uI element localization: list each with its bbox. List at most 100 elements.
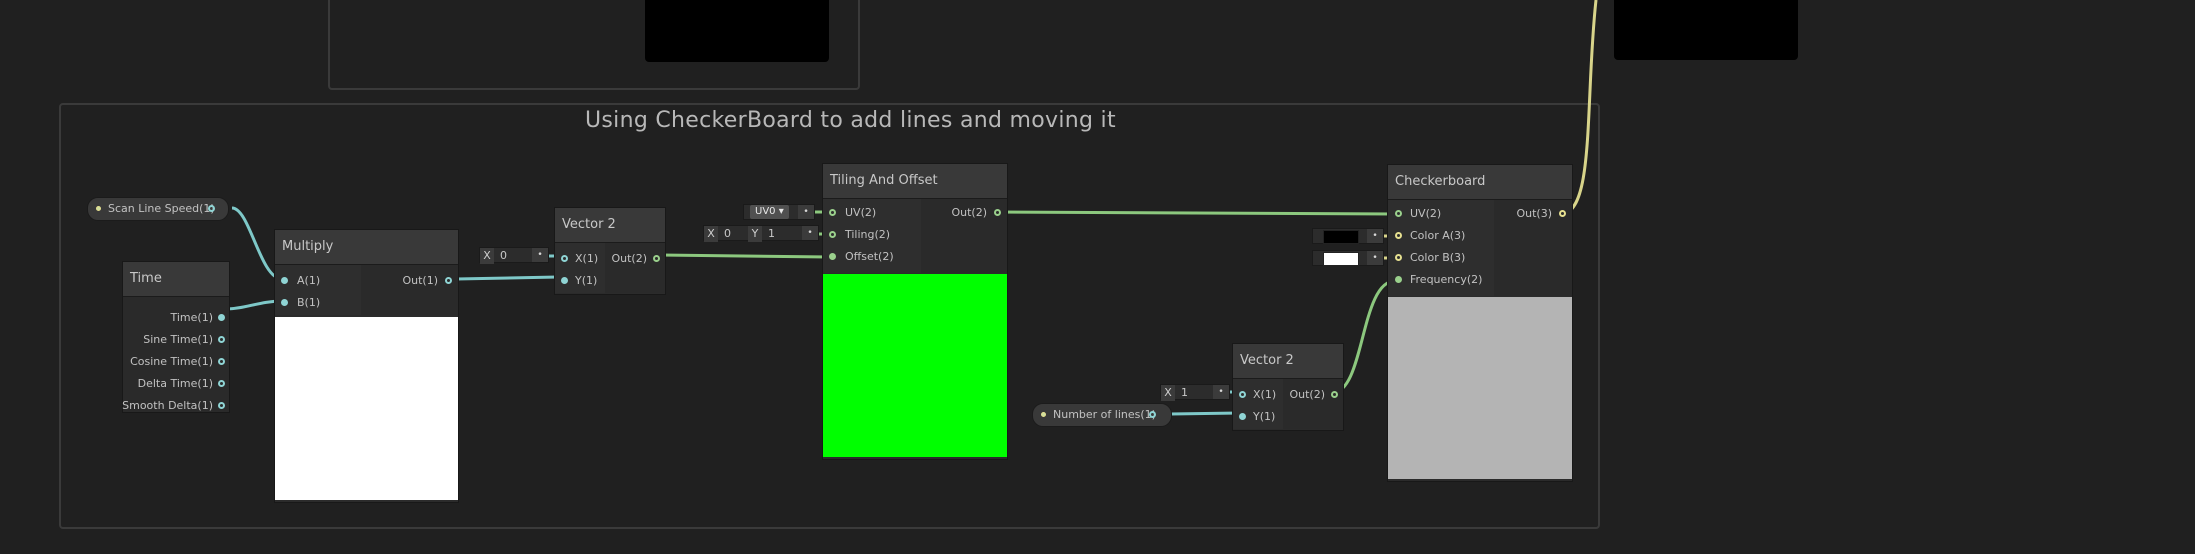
upper-right-preview [1614,0,1798,60]
vector2b-node[interactable]: Vector 2 X(1) Y(1) Out(2) [1232,343,1344,431]
vector2a-input-column: X(1) Y(1) [555,243,605,293]
vector2a-node[interactable]: Vector 2 X(1) Y(1) Out(2) [554,207,666,295]
time-out-delta-port[interactable] [218,380,225,387]
checker-color-b-knob[interactable]: • [1367,251,1383,265]
vector2b-in-x[interactable]: X(1) [1253,387,1276,403]
vector2a-x-axis-label: X [480,248,494,264]
checker-out-port[interactable] [1559,210,1566,217]
time-out-time[interactable]: Time(1) [170,310,213,326]
tiling-in-uv-port[interactable] [829,209,836,216]
checker-in-uv-port[interactable] [1395,210,1402,217]
scan-line-speed-property[interactable]: Scan Line Speed(1) [87,197,229,221]
property-dot-icon [96,206,101,211]
group-title[interactable]: Using CheckerBoard to add lines and movi… [585,108,1116,133]
scan-line-speed-label: Scan Line Speed(1) [108,202,215,215]
tiling-in-offset-port[interactable] [829,253,836,260]
time-out-delta[interactable]: Delta Time(1) [138,376,213,392]
checker-in-color-b[interactable]: Color B(3) [1410,250,1465,266]
tiling-xy-field[interactable]: X0 Y1 • [703,225,819,242]
tiling-in-tiling-port[interactable] [829,231,836,238]
tiling-in-tiling[interactable]: Tiling(2) [845,227,890,243]
checker-color-a-knob[interactable]: • [1367,229,1383,243]
vector2b-x-value: 1 [1181,386,1188,399]
vector2a-x-value: 0 [500,249,507,262]
checker-color-a-field[interactable]: • [1312,228,1384,244]
time-out-smooth-delta[interactable]: Smooth Delta(1) [122,398,213,414]
vector2a-out[interactable]: Out(2) [611,251,647,267]
vector2b-in-x-port[interactable] [1239,391,1246,398]
multiply-in-b[interactable]: B(1) [297,295,320,311]
checker-in-color-b-port[interactable] [1395,254,1402,261]
time-node-title[interactable]: Time [123,262,229,297]
time-out-sine-port[interactable] [218,336,225,343]
vector2b-in-y[interactable]: Y(1) [1253,409,1275,425]
multiply-node-title[interactable]: Multiply [275,230,458,265]
checker-input-column: UV(2) Color A(3) Color B(3) Frequency(2) [1388,200,1494,296]
checker-in-frequency[interactable]: Frequency(2) [1410,272,1482,288]
vector2a-node-title[interactable]: Vector 2 [555,208,665,243]
vector2b-in-y-port[interactable] [1239,413,1246,420]
vector2a-output-column: Out(2) [605,243,665,293]
vector2b-input-column: X(1) Y(1) [1233,379,1283,429]
vector2a-x-knob[interactable]: • [532,248,548,262]
multiply-in-b-port[interactable] [281,299,288,306]
tiling-preview [823,274,1007,457]
checker-in-uv[interactable]: UV(2) [1410,206,1441,222]
tiling-y-axis-label: Y [748,226,762,242]
multiply-preview [275,317,458,500]
tiling-xy-knob[interactable]: • [802,226,818,240]
vector2a-in-y-port[interactable] [561,277,568,284]
vector2b-x-field[interactable]: X1 • [1160,384,1230,401]
vector2a-in-x-port[interactable] [561,255,568,262]
vector2a-x-field[interactable]: X0 • [479,247,549,264]
vector2b-x-axis-label: X [1161,385,1175,401]
tiling-node-title[interactable]: Tiling And Offset [823,164,1007,199]
vector2b-output-column: Out(2) [1283,379,1343,429]
number-of-lines-label: Number of lines(1) [1053,408,1156,421]
checker-color-b-swatch[interactable] [1323,252,1359,266]
tiling-uv-knob[interactable]: • [798,205,814,219]
time-out-time-port[interactable] [218,314,225,321]
multiply-node[interactable]: Multiply A(1) B(1) Out(1) [274,229,459,503]
multiply-output-column: Out(1) [361,265,458,315]
tiling-in-offset[interactable]: Offset(2) [845,249,894,265]
checker-in-frequency-port[interactable] [1395,276,1402,283]
multiply-in-a[interactable]: A(1) [297,273,320,289]
tiling-x-axis-label: X [704,226,718,242]
number-of-lines-out-port[interactable] [1149,411,1156,418]
multiply-out[interactable]: Out(1) [402,273,438,289]
vector2b-node-title[interactable]: Vector 2 [1233,344,1343,379]
vector2a-in-y[interactable]: Y(1) [575,273,597,289]
tiling-uv-dropdown[interactable]: UV0 ▾ [750,205,789,219]
vector2a-out-port[interactable] [653,255,660,262]
time-output-column: Time(1) Sine Time(1) Cosine Time(1) Delt… [122,297,229,414]
time-out-smooth-delta-port[interactable] [218,402,225,409]
vector2b-out[interactable]: Out(2) [1289,387,1325,403]
tiling-out[interactable]: Out(2) [951,205,987,221]
tiling-x-value: 0 [724,227,731,240]
tiling-out-port[interactable] [994,209,1001,216]
chevron-down-icon: ▾ [778,206,784,217]
checkerboard-node[interactable]: Checkerboard UV(2) Color A(3) Color B(3)… [1387,164,1573,482]
number-of-lines-property[interactable]: Number of lines(1) [1032,403,1172,427]
tiling-offset-node[interactable]: Tiling And Offset UV(2) Tiling(2) Offset… [822,163,1008,460]
multiply-out-port[interactable] [445,277,452,284]
time-out-sine[interactable]: Sine Time(1) [143,332,213,348]
tiling-input-column: UV(2) Tiling(2) Offset(2) [823,199,921,273]
time-out-cosine[interactable]: Cosine Time(1) [130,354,213,370]
checker-in-color-a-port[interactable] [1395,232,1402,239]
vector2a-in-x[interactable]: X(1) [575,251,598,267]
checker-node-title[interactable]: Checkerboard [1388,165,1572,200]
checker-color-a-swatch[interactable] [1323,230,1359,244]
checker-out[interactable]: Out(3) [1516,206,1552,222]
scan-line-speed-out-port[interactable] [208,205,215,212]
checker-in-color-a[interactable]: Color A(3) [1410,228,1465,244]
tiling-in-uv[interactable]: UV(2) [845,205,876,221]
vector2b-out-port[interactable] [1331,391,1338,398]
time-out-cosine-port[interactable] [218,358,225,365]
upper-preview [645,0,829,62]
time-node[interactable]: Time Time(1) Sine Time(1) Cosine Time(1)… [122,261,230,413]
checker-color-b-field[interactable]: • [1312,250,1384,266]
vector2b-x-knob[interactable]: • [1213,385,1229,399]
multiply-in-a-port[interactable] [281,277,288,284]
